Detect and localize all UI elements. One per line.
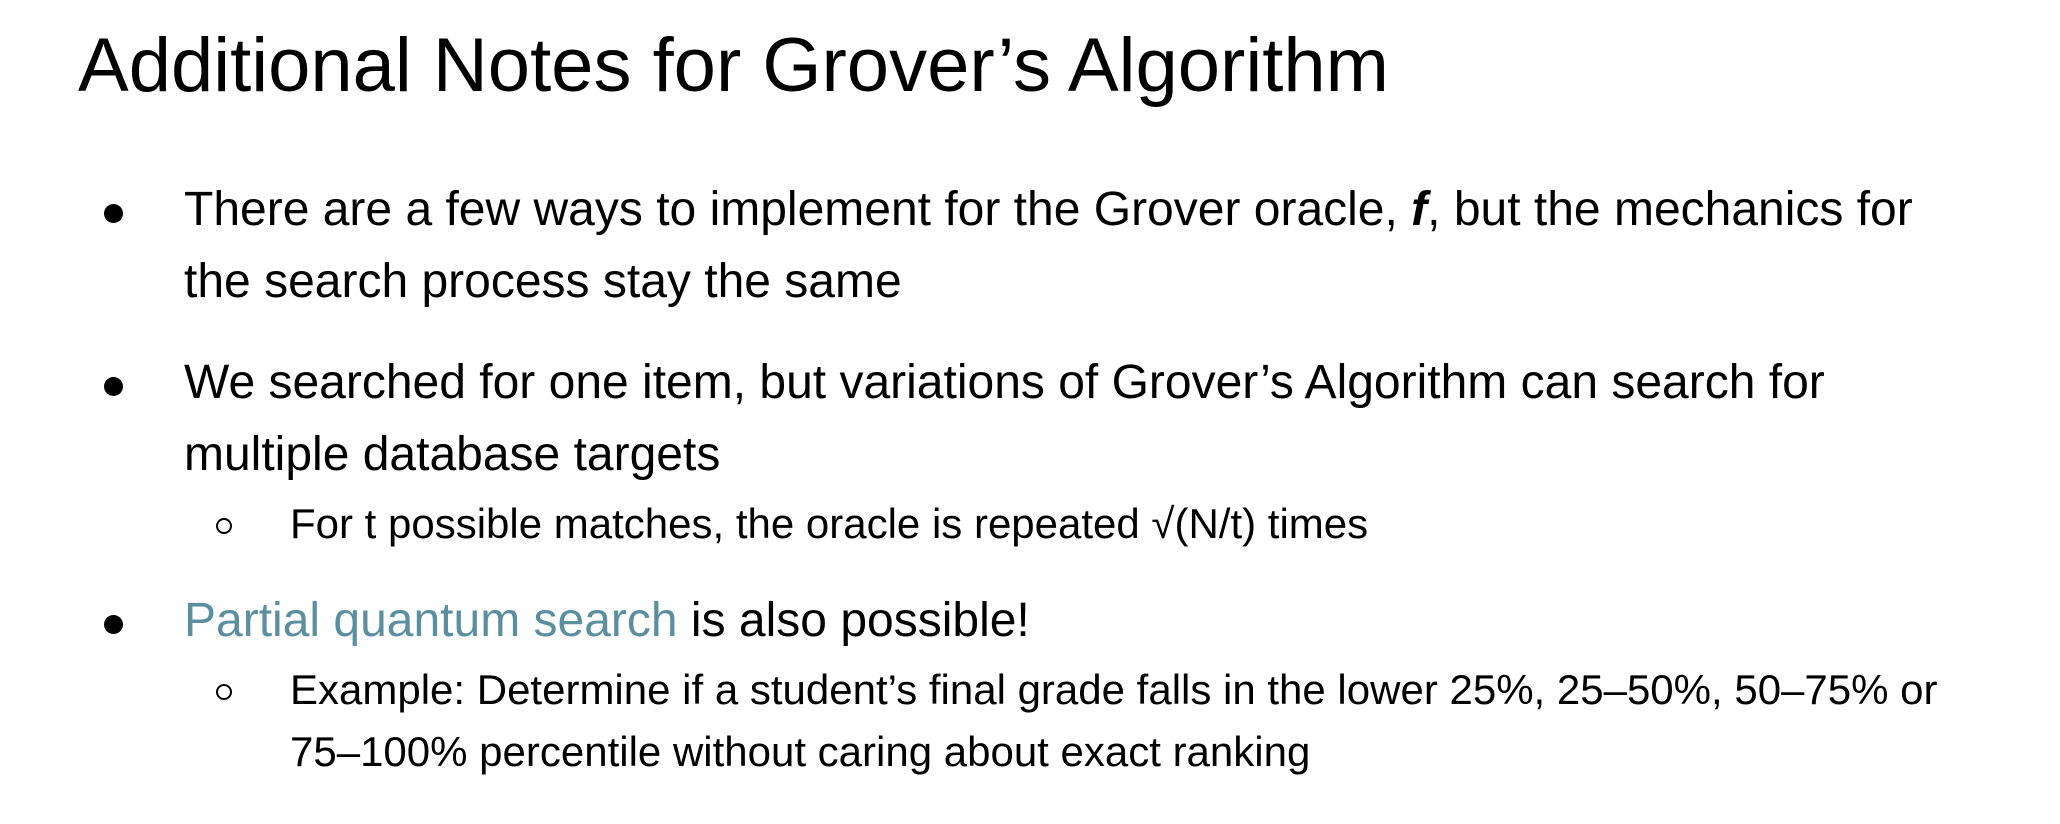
bullet-item: We searched for one item, but variations… bbox=[104, 347, 1954, 491]
bullet-text: is also possible! bbox=[677, 594, 1030, 647]
bullet-item: Partial quantum search is also possible! bbox=[104, 585, 1954, 657]
partial-quantum-search-link[interactable]: Partial quantum search bbox=[184, 594, 678, 647]
bullet-disc-icon bbox=[104, 377, 123, 396]
sub-bullet-text: For t possible matches, the oracle is re… bbox=[290, 500, 1369, 547]
oracle-function-symbol: f bbox=[1411, 183, 1428, 236]
slide: Additional Notes for Grover’s Algorithm … bbox=[0, 0, 2060, 824]
bullet-text: We searched for one item, but variations… bbox=[184, 356, 1825, 481]
bullet-disc-icon bbox=[104, 615, 123, 634]
bullet-text: There are a few ways to implement for th… bbox=[184, 183, 1412, 236]
sub-bullet-text: Example: Determine if a student’s final … bbox=[290, 666, 1938, 775]
bullet-item: There are a few ways to implement for th… bbox=[104, 174, 1954, 318]
bullet-disc-icon bbox=[104, 204, 123, 223]
sub-bullet-item: For t possible matches, the oracle is re… bbox=[216, 493, 1940, 555]
sub-bullet-circle-icon bbox=[216, 518, 232, 534]
sub-bullet-item: Example: Determine if a student’s final … bbox=[216, 659, 1940, 783]
sub-bullet-circle-icon bbox=[216, 684, 232, 700]
slide-title: Additional Notes for Grover’s Algorithm bbox=[78, 23, 1389, 108]
